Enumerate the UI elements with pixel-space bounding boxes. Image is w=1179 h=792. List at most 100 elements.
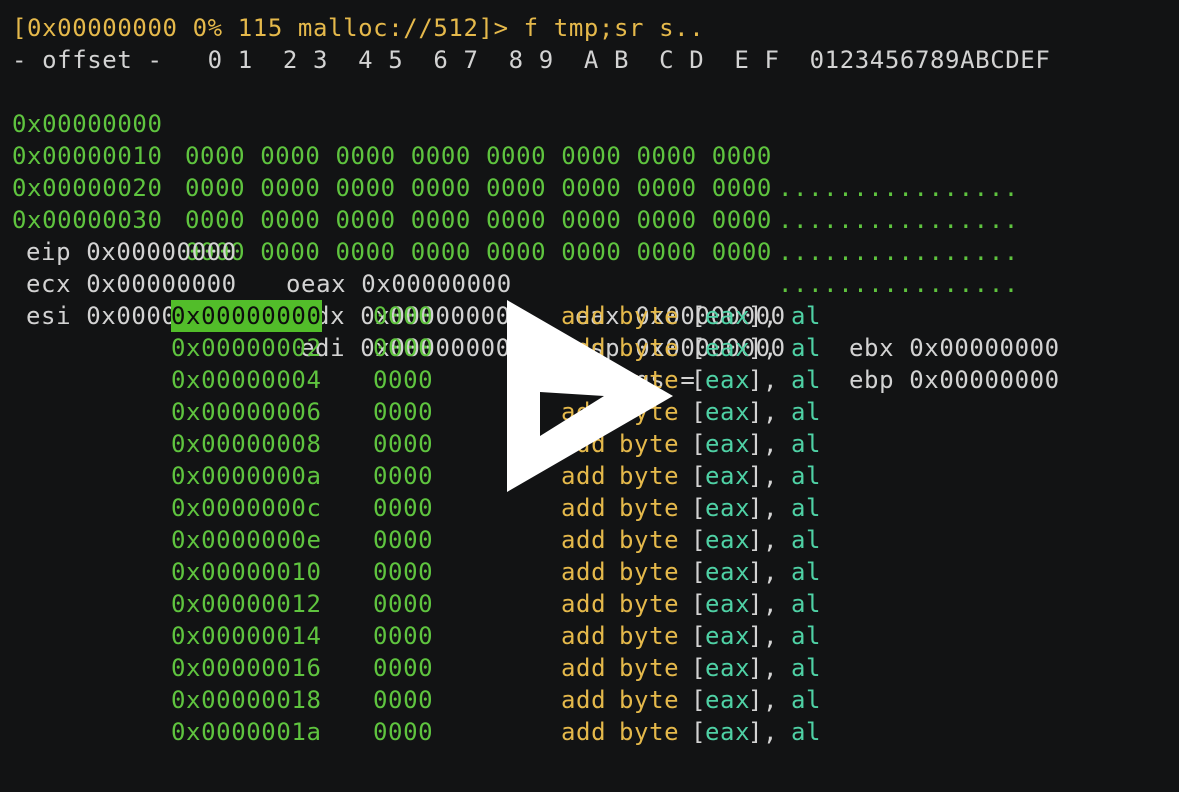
disasm-line[interactable]: 0x0000000e 0000 add byte [eax], al: [171, 524, 871, 556]
disasm-address: 0x00000008: [171, 430, 322, 458]
disasm-address: 0x00000002: [171, 334, 322, 362]
disasm-address: 0x00000012: [171, 590, 322, 618]
disasm-mnemonic: add: [561, 558, 607, 586]
disasm-bytes: 0000: [373, 302, 434, 330]
disasm-operand: al: [791, 622, 822, 650]
disasm-register: eax: [705, 590, 751, 618]
disasm-line[interactable]: 0x00000014 0000 add byte [eax], al: [171, 620, 871, 652]
disasm-bytes: 0000: [373, 398, 434, 426]
disasm-bracket: [: [691, 526, 707, 554]
disasm-operand: al: [791, 494, 822, 522]
disasm-register: eax: [705, 526, 751, 554]
disasm-bytes: 0000: [373, 366, 434, 394]
disasm-register: eax: [705, 462, 751, 490]
disasm-address: 0x00000016: [171, 654, 322, 682]
disasm-operand: al: [791, 590, 822, 618]
disasm-bracket: ],: [748, 302, 779, 330]
disasm-bracket: ],: [748, 430, 779, 458]
disasm-bytes: 0000: [373, 654, 434, 682]
disasm-bytes: 0000: [373, 334, 434, 362]
hexdump-header: - offset - 0 1 2 3 4 5 6 7 8 9 A B C D E…: [12, 46, 1051, 74]
hexdump-row: 0x00000030 0000 0000 0000 0000 0000 0000…: [12, 172, 1018, 298]
disasm-bytes: 0000: [373, 686, 434, 714]
disasm-mnemonic: add: [561, 622, 607, 650]
disasm-bracket: [: [691, 398, 707, 426]
disasm-bracket: ],: [748, 622, 779, 650]
disasm-address: 0x00000018: [171, 686, 322, 714]
disasm-bytes: 0000: [373, 526, 434, 554]
disasm-line[interactable]: 0x0000000c 0000 add byte [eax], al: [171, 492, 871, 524]
disasm-bracket: [: [691, 462, 707, 490]
disasm-operand: al: [791, 462, 822, 490]
hexdump-row: 0x00000000 0000 0000 0000 0000 0000 0000…: [12, 76, 1018, 202]
register-value: 0x00000000: [909, 334, 1060, 362]
disasm-line[interactable]: 0x00000016 0000 add byte [eax], al: [171, 652, 871, 684]
disasm-operand: al: [791, 398, 822, 426]
disasm-bytes: 0000: [373, 558, 434, 586]
disasm-bytes: 0000: [373, 462, 434, 490]
disasm-bracket: [: [691, 558, 707, 586]
disasm-bytes: 0000: [373, 590, 434, 618]
disasm-bracket: ],: [748, 494, 779, 522]
disasm-line[interactable]: 0x0000001a 0000 add byte [eax], al: [171, 716, 871, 748]
disasm-bracket: ],: [748, 334, 779, 362]
disasm-size: byte: [619, 622, 680, 650]
register-name: esi: [26, 302, 72, 330]
disasm-bracket: [: [691, 366, 707, 394]
disasm-bracket: ],: [748, 462, 779, 490]
disasm-bracket: ],: [748, 398, 779, 426]
hexdump-row: 0x00000010 0000 0000 0000 0000 0000 0000…: [12, 108, 1018, 234]
disasm-operand: al: [791, 366, 822, 394]
disasm-operand: al: [791, 558, 822, 586]
disasm-size: byte: [619, 558, 680, 586]
disasm-register: eax: [705, 398, 751, 426]
disasm-bracket: [: [691, 622, 707, 650]
disasm-operand: al: [791, 334, 822, 362]
disasm-bracket: ],: [748, 526, 779, 554]
disasm-size: byte: [619, 686, 680, 714]
disasm-bracket: [: [691, 334, 707, 362]
disasm-size: byte: [619, 654, 680, 682]
disasm-bracket: [: [691, 430, 707, 458]
play-icon[interactable]: [507, 300, 673, 492]
disasm-operand: al: [791, 430, 822, 458]
disasm-bracket: [: [691, 590, 707, 618]
disasm-register: eax: [705, 558, 751, 586]
disasm-register: eax: [705, 430, 751, 458]
disasm-bytes: 0000: [373, 494, 434, 522]
disasm-size: byte: [619, 590, 680, 618]
disasm-address: 0x00000014: [171, 622, 322, 650]
disasm-bracket: ],: [748, 718, 779, 746]
terminal-window[interactable]: [0x00000000 0% 115 malloc://512]> f tmp;…: [0, 0, 1179, 792]
disasm-line[interactable]: 0x00000012 0000 add byte [eax], al: [171, 588, 871, 620]
disasm-bracket: [: [691, 718, 707, 746]
disasm-bracket: [: [691, 686, 707, 714]
disasm-address: 0x0000000c: [171, 494, 322, 522]
disasm-address: 0x0000000e: [171, 526, 322, 554]
disasm-address: 0x00000004: [171, 366, 322, 394]
disasm-bracket: [: [691, 302, 707, 330]
disasm-address: 0x00000000: [171, 300, 322, 332]
disasm-bracket: ],: [748, 686, 779, 714]
disasm-operand: al: [791, 302, 822, 330]
disasm-line[interactable]: 0x00000010 0000 add byte [eax], al: [171, 556, 871, 588]
disasm-register: eax: [705, 622, 751, 650]
disasm-mnemonic: add: [561, 654, 607, 682]
disasm-bracket: ],: [748, 558, 779, 586]
disasm-address: 0x0000000a: [171, 462, 322, 490]
register-value: 0x00000000: [909, 366, 1060, 394]
hexdump-row: 0x00000020 0000 0000 0000 0000 0000 0000…: [12, 140, 1018, 266]
register-row: eip 0x00000000 oeax 0x00000000 eax 0x000…: [26, 204, 1126, 362]
disasm-bracket: ],: [748, 654, 779, 682]
disasm-line[interactable]: 0x00000018 0000 add byte [eax], al: [171, 684, 871, 716]
disasm-register: eax: [705, 302, 751, 330]
command-prompt[interactable]: [0x00000000 0% 115 malloc://512]> f tmp;…: [12, 12, 704, 44]
register-row: ecx 0x00000000 edx 0x00000000 esp 0x0000…: [26, 236, 1126, 394]
disasm-register: eax: [705, 366, 751, 394]
disasm-register: eax: [705, 494, 751, 522]
disasm-bracket: [: [691, 494, 707, 522]
disasm-bracket: ],: [748, 590, 779, 618]
register-row: esi 0x00000000 edi 0x00000000 eflags =: [26, 268, 1126, 394]
disasm-register: eax: [705, 334, 751, 362]
disasm-bracket: [: [691, 654, 707, 682]
